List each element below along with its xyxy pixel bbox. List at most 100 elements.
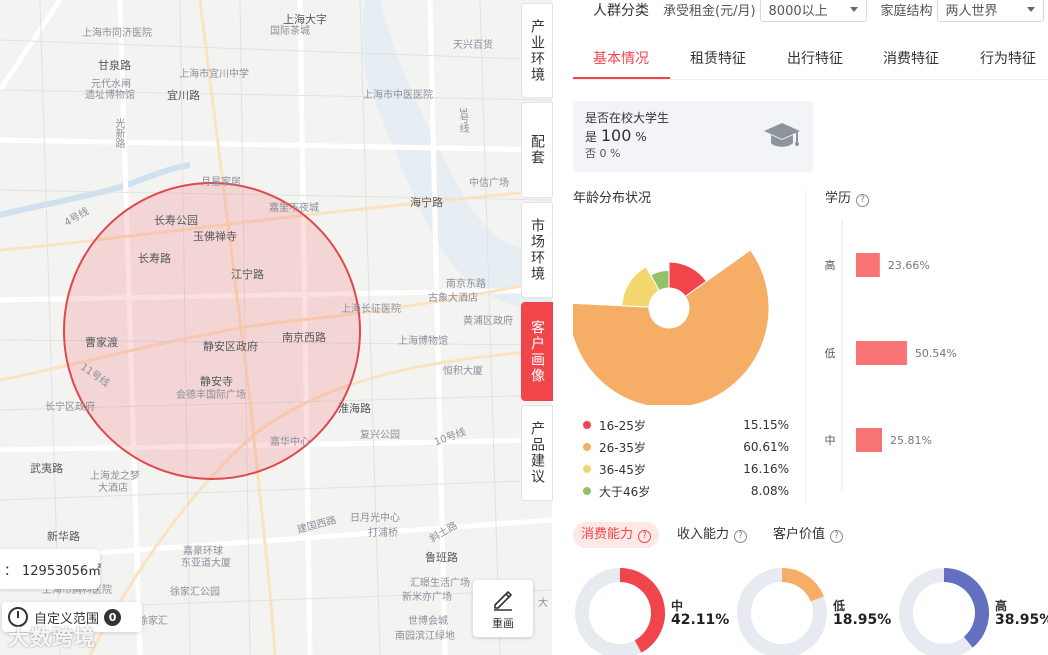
map-label: 甘泉路 xyxy=(98,59,131,72)
map-label: 徐家汇 xyxy=(138,616,168,627)
edu-bar-1 xyxy=(856,341,907,365)
donut-ring xyxy=(899,568,989,655)
vtab-industry[interactable]: 产业环境 xyxy=(521,3,553,98)
vtab-product-advice[interactable]: 产品建议 xyxy=(521,405,553,501)
customer-profile-panel: 人群分类 承受租金(元/月) 8000以上 家庭结构 两人世界 基本情况 租赁特… xyxy=(553,0,1048,655)
rent-label: 承受租金(元/月) xyxy=(663,4,756,19)
vtab-customer-profile[interactable]: 客户画像 xyxy=(521,302,553,401)
map-label: 静安寺 xyxy=(200,375,233,388)
map-label: 海宁路 xyxy=(410,196,443,209)
vtab-market[interactable]: 市场环境 xyxy=(521,202,553,298)
main-tabs: 基本情况 租赁特征 出行特征 消费特征 行为特征 xyxy=(573,38,1048,80)
edu-bar-2 xyxy=(856,428,883,452)
map-label: 鲁班路 xyxy=(425,551,458,564)
map-label: 新华路 xyxy=(47,530,80,543)
active-tab-underline xyxy=(573,77,670,79)
map-label: 嘉华中心 xyxy=(270,437,310,448)
map-label: 汇暻生活广场 xyxy=(410,578,470,589)
legend-label: 36-45岁 xyxy=(599,462,646,477)
family-select[interactable]: 两人世界 xyxy=(936,0,1044,22)
map-label: 恒积大厦 xyxy=(443,366,483,377)
area-prefix: ： xyxy=(4,564,18,579)
vtab-facilities[interactable]: 配套 xyxy=(521,102,553,198)
area-readout: ： 12953056㎡ xyxy=(0,549,102,589)
custom-range-count-badge: 0 xyxy=(104,608,122,626)
map-label: 3号线 xyxy=(457,107,468,134)
map-label: 南京东路 xyxy=(446,279,486,290)
donut-chart-high: 高 38.95% xyxy=(899,568,1048,655)
donut-arc-0 xyxy=(619,568,665,653)
rose-segment-2 xyxy=(621,266,660,308)
map-label: 上海大字 xyxy=(283,13,327,26)
donut-chart-mid: 中 42.11% xyxy=(575,568,735,655)
map-label: 东亚道大厦 xyxy=(181,558,231,569)
map-label: 大酒店 xyxy=(98,483,128,494)
donut-ring xyxy=(737,568,827,655)
tab-behavior[interactable]: 行为特征 xyxy=(980,48,1036,68)
subtab-customer-value[interactable]: 客户价值? xyxy=(765,522,851,548)
graduation-cap-icon xyxy=(764,123,800,147)
map-label: 徐家汇公园 xyxy=(170,587,220,598)
filter-bar: 人群分类 承受租金(元/月) 8000以上 家庭结构 两人世界 xyxy=(593,0,1048,22)
education-bar-chart: 高 23.66% 低 50.54% 中 25.81% xyxy=(825,220,957,490)
student-yes-unit: % xyxy=(635,130,647,144)
donut-chart-low: 低 18.95% xyxy=(737,568,897,655)
tab-basic[interactable]: 基本情况 xyxy=(593,48,649,68)
legend-dot xyxy=(583,421,591,429)
edu-tick-label: 低 xyxy=(825,347,836,360)
edu-value-label: 25.81% xyxy=(890,434,932,447)
donut-ring xyxy=(575,568,665,655)
legend-label: 大于46岁 xyxy=(599,484,651,499)
tab-rental[interactable]: 租赁特征 xyxy=(690,48,746,68)
legend-item: 36-45岁 16.16% xyxy=(583,458,789,480)
map-view[interactable]: 上海大字 国际茶城 上海市同济医院 天兴百货 甘泉路 上海市宜川中学 元代水闸 … xyxy=(0,0,552,655)
map-label: 玉佛禅寺 xyxy=(193,230,237,243)
student-yes-value: 100 xyxy=(600,126,632,145)
donut-arc-1 xyxy=(781,568,824,602)
age-section-title: 年龄分布状况 xyxy=(573,191,652,206)
map-label: 上海市中医医院 xyxy=(363,90,433,101)
edu-bar-0 xyxy=(856,253,880,277)
map-label: 会德丰国际广场 xyxy=(176,390,246,401)
help-icon[interactable]: ? xyxy=(830,530,844,543)
map-label: 曹家渡 xyxy=(85,336,118,349)
legend-value: 16.16% xyxy=(743,462,789,476)
map-label: 南园滨江绿地 xyxy=(395,631,455,642)
edu-value-label: 50.54% xyxy=(915,347,957,360)
map-label: 江宁路 xyxy=(231,268,264,281)
map-label: 黄浦区政府 xyxy=(463,316,513,327)
subtab-consumption-ability[interactable]: 消费能力? xyxy=(573,522,660,548)
map-label: 世博会城 xyxy=(408,616,448,627)
area-value: 12953056㎡ xyxy=(22,564,102,579)
legend-value: 15.15% xyxy=(743,418,789,432)
vtab-label: 产业环境 xyxy=(529,18,545,83)
map-label: 南京西路 xyxy=(282,331,326,344)
student-yes-label: 是 xyxy=(585,130,598,144)
map-label: 复兴公园 xyxy=(360,430,400,441)
family-select-value: 两人世界 xyxy=(945,4,998,19)
tab-travel[interactable]: 出行特征 xyxy=(787,48,843,68)
chevron-down-icon xyxy=(1026,7,1035,12)
map-label: 遗址博物馆 xyxy=(85,90,135,101)
subtab-income-ability[interactable]: 收入能力? xyxy=(669,522,755,548)
help-icon[interactable]: ? xyxy=(734,530,748,543)
rent-select[interactable]: 8000以上 xyxy=(759,0,867,22)
map-label: 淮海路 xyxy=(338,402,371,415)
tab-consumption[interactable]: 消费特征 xyxy=(883,48,939,68)
map-label: 光新路 xyxy=(113,118,124,148)
donut-value: 38.95% xyxy=(995,612,1048,628)
vtab-label: 市场环境 xyxy=(529,218,545,282)
map-label: 静安区政府 xyxy=(203,340,258,353)
legend-item: 大于46岁 8.08% xyxy=(583,480,789,502)
help-icon[interactable]: ? xyxy=(638,530,652,543)
legend-value: 60.61% xyxy=(743,440,789,454)
watermark: 大数跨境 xyxy=(8,626,96,650)
map-label: 月星家居 xyxy=(201,177,241,188)
help-icon[interactable]: ? xyxy=(856,194,870,207)
map-label: 上海市宜川中学 xyxy=(179,69,249,80)
legend-item: 16-25岁 15.15% xyxy=(583,414,789,436)
ability-tabs: 消费能力? 收入能力? 客户价值? xyxy=(573,522,861,548)
map-label: 长宁区政府 xyxy=(45,402,95,413)
donut-value: 42.11% xyxy=(671,612,730,628)
crowd-category-title: 人群分类 xyxy=(593,2,649,19)
